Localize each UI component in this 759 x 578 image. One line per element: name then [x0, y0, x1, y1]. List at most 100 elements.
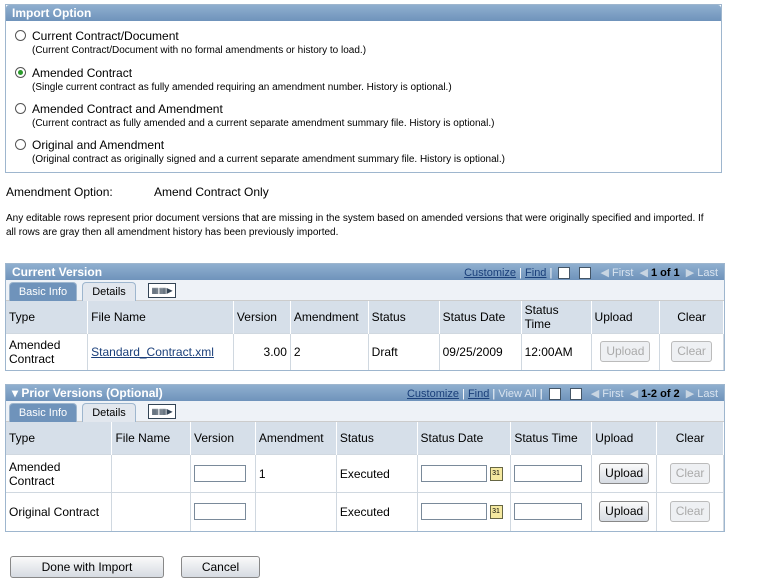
status-date-input[interactable]: [420, 465, 487, 482]
cell-clear: Clear: [656, 454, 724, 493]
current-version-nav: Customize | Find | ◀ First ◀ 1 of 1 ▶ Last: [464, 267, 718, 280]
first-arrow-icon: ◀: [600, 267, 610, 279]
file-name-link[interactable]: Standard_Contract.xml: [91, 345, 214, 359]
col-status-date: Status Date: [417, 422, 512, 455]
prior-versions-grid: Type File Name Version Amendment Status …: [6, 422, 724, 531]
col-file-name: File Name: [111, 422, 191, 455]
cell-amendment: [255, 492, 337, 531]
info-text: Any editable rows represent prior docume…: [6, 213, 704, 238]
current-version-tabs: Basic Info Details ▦▦▶: [6, 280, 724, 301]
col-status: Status: [336, 422, 418, 455]
cell-version: [190, 492, 256, 531]
find-link[interactable]: Find: [468, 388, 489, 400]
cell-amendment: 2: [290, 333, 369, 370]
status-date-input[interactable]: [420, 503, 487, 521]
prior-versions-header: ▾ Prior Versions (Optional) Customize | …: [6, 385, 724, 401]
row-count: 1-2 of 2: [641, 388, 680, 400]
current-version-panel: Current Version Customize | Find | ◀ Firs…: [5, 263, 725, 371]
radio-current-contract[interactable]: [15, 30, 26, 41]
customize-link[interactable]: Customize: [407, 388, 459, 400]
collapse-icon[interactable]: ▾: [12, 386, 21, 400]
cell-clear: Clear: [659, 333, 724, 370]
tab-details[interactable]: Details: [82, 282, 136, 301]
table-row: Amended Contract 1 Executed 31 Upload Cl…: [6, 454, 724, 493]
download-icon[interactable]: [548, 388, 561, 401]
clear-button[interactable]: Clear: [669, 501, 711, 523]
radio-amended-contract[interactable]: [15, 67, 26, 78]
option-description: (Current Contract/Document with no forma…: [32, 45, 367, 56]
grid-header-row: Type File Name Version Amendment Status …: [6, 301, 724, 334]
cell-file-name: Standard_Contract.xml: [87, 333, 234, 370]
status-time-input[interactable]: [514, 465, 583, 482]
cell-status-time: [510, 454, 593, 493]
show-all-columns-icon[interactable]: ▦▦▶: [148, 404, 176, 419]
cell-status-date: 09/25/2009: [439, 333, 522, 370]
prev-arrow-icon: ◀: [639, 267, 648, 279]
cell-version: [190, 454, 256, 493]
radio-amended-contract-and-amendment[interactable]: [15, 103, 26, 114]
prior-versions-tabs: Basic Info Details ▦▦▶: [6, 401, 724, 422]
col-version: Version: [233, 301, 291, 334]
upload-button[interactable]: Upload: [600, 341, 651, 363]
cell-status: Draft: [368, 333, 440, 370]
col-upload: Upload: [591, 422, 658, 455]
show-all-columns-icon[interactable]: ▦▦▶: [148, 283, 176, 298]
col-amendment: Amendment: [290, 301, 369, 334]
first-label: First: [612, 267, 634, 279]
upload-button[interactable]: Upload: [599, 501, 650, 523]
done-with-import-button[interactable]: Done with Import: [10, 556, 164, 578]
cell-status-time: [510, 492, 593, 531]
col-clear: Clear: [656, 422, 724, 455]
grid-icon[interactable]: [569, 388, 582, 401]
cell-upload: Upload: [591, 492, 658, 531]
clear-button[interactable]: Clear: [671, 341, 712, 363]
cell-version: 3.00: [233, 333, 291, 370]
prior-versions-title-text: Prior Versions (Optional): [21, 386, 163, 400]
cell-type: Amended Contract: [6, 454, 113, 493]
col-status: Status: [368, 301, 440, 334]
col-status-date: Status Date: [439, 301, 522, 334]
grid-header-row: Type File Name Version Amendment Status …: [6, 422, 724, 455]
upload-button[interactable]: Upload: [599, 463, 650, 484]
prev-arrow-icon: ◀: [629, 388, 639, 400]
cancel-button[interactable]: Cancel: [181, 556, 260, 578]
calendar-icon[interactable]: 31: [489, 504, 503, 519]
tab-details[interactable]: Details: [82, 403, 136, 422]
col-file-name: File Name: [87, 301, 234, 334]
customize-link[interactable]: Customize: [464, 267, 516, 279]
row-count: 1 of 1: [650, 267, 680, 279]
last-label: Last: [697, 267, 718, 279]
last-label: Last: [697, 388, 718, 400]
calendar-icon[interactable]: 31: [489, 466, 503, 481]
col-clear: Clear: [659, 301, 724, 334]
prior-versions-title: ▾ Prior Versions (Optional): [12, 385, 163, 401]
cell-upload: Upload: [591, 333, 661, 370]
version-input[interactable]: [194, 465, 246, 482]
view-all-link[interactable]: View All: [498, 388, 536, 400]
cell-file-name: [111, 492, 191, 531]
option-description: (Current contract as fully amended and a…: [32, 118, 495, 129]
cell-type: Amended Contract: [6, 333, 89, 370]
option-label: Current Contract/Document: [32, 29, 179, 43]
grid-icon[interactable]: [579, 267, 592, 280]
version-input[interactable]: [194, 503, 246, 521]
cell-status-date: 31: [417, 492, 512, 531]
table-row: Amended Contract Standard_Contract.xml 3…: [6, 333, 724, 370]
find-link[interactable]: Find: [525, 267, 546, 279]
cell-type: Original Contract: [6, 492, 113, 531]
cell-clear: Clear: [656, 492, 724, 531]
amendment-option-value: Amend Contract Only: [154, 185, 269, 199]
radio-original-and-amendment[interactable]: [15, 139, 26, 150]
tab-basic-info[interactable]: Basic Info: [9, 403, 77, 422]
download-icon[interactable]: [558, 267, 571, 280]
status-time-input[interactable]: [514, 503, 583, 521]
next-arrow-icon: ▶: [685, 267, 695, 279]
current-version-title: Current Version: [12, 265, 103, 279]
first-arrow-icon: ◀: [590, 388, 600, 400]
next-arrow-icon: ▶: [685, 388, 695, 400]
tab-basic-info[interactable]: Basic Info: [9, 282, 77, 301]
col-status-time: Status Time: [510, 422, 593, 455]
clear-button[interactable]: Clear: [669, 463, 711, 484]
amendment-option-label: Amendment Option:: [6, 185, 113, 199]
col-upload: Upload: [591, 301, 661, 334]
